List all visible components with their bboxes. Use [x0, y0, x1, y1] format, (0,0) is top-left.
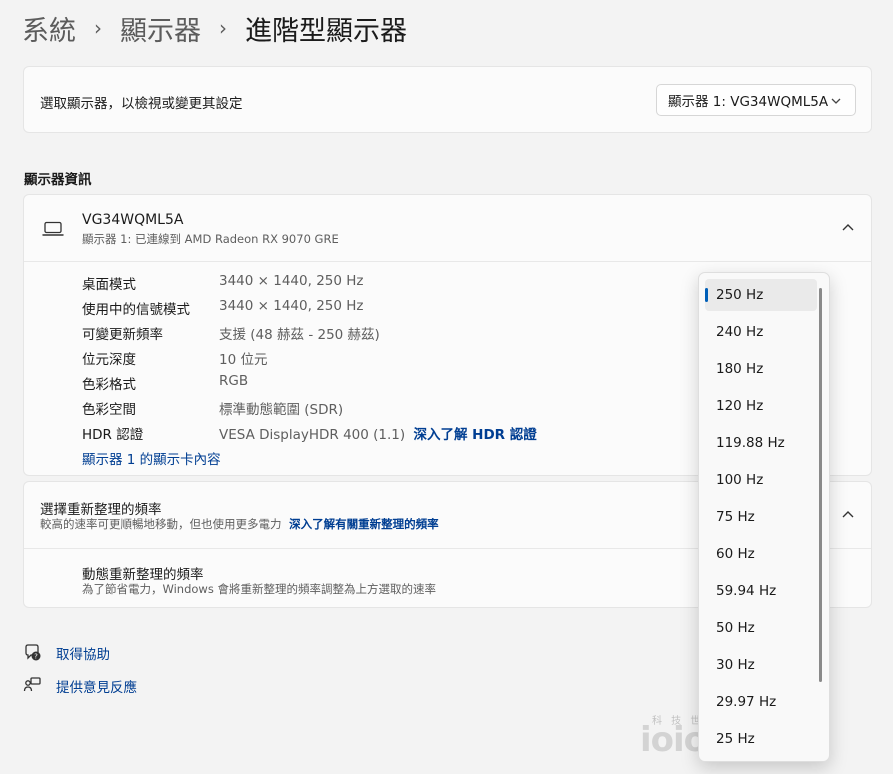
monitor-connection: 顯示器 1: 已連線到 AMD Radeon RX 9070 GRE	[82, 232, 339, 246]
refresh-rate-option[interactable]: 29.97 Hz	[705, 686, 817, 718]
refresh-rate-option[interactable]: 119.88 Hz	[705, 427, 817, 459]
chevron-up-icon[interactable]	[841, 221, 855, 235]
refresh-rate-option[interactable]: 250 Hz	[705, 279, 817, 311]
page-title: 進階型顯示器	[245, 15, 407, 47]
refresh-rate-list[interactable]: 250 Hz 240 Hz 180 Hz 120 Hz 119.88 Hz 10…	[698, 272, 830, 762]
info-value-color-format: RGB	[219, 373, 249, 389]
breadcrumb-separator-icon: ›	[94, 16, 102, 40]
feedback-icon	[23, 677, 41, 692]
svg-text:?: ?	[34, 653, 38, 661]
refresh-rate-option[interactable]: 75 Hz	[705, 501, 817, 533]
breadcrumb: 系統 › 顯示器 › 進階型顯示器	[22, 8, 407, 48]
laptop-icon	[42, 221, 64, 236]
refresh-rate-title: 選擇重新整理的頻率	[40, 502, 162, 518]
hdr-learn-more-link[interactable]: 深入了解 HDR 認證	[413, 427, 536, 443]
info-value-color-space: 標準動態範圍 (SDR)	[219, 402, 344, 418]
refresh-rate-option[interactable]: 50 Hz	[705, 612, 817, 644]
info-label-hdr: HDR 認證	[82, 427, 144, 443]
info-label-color-format: 色彩格式	[82, 377, 136, 393]
refresh-learn-more-link[interactable]: 深入了解有關重新整理的頻率	[289, 517, 439, 531]
info-label-signal-mode: 使用中的信號模式	[82, 302, 190, 318]
info-value-signal-mode: 3440 × 1440, 250 Hz	[219, 298, 364, 314]
refresh-rate-option[interactable]: 25 Hz	[705, 723, 817, 755]
monitor-name: VG34WQML5A	[82, 212, 184, 228]
refresh-rate-sub: 較高的速率可更順暢地移動，但也使用更多電力	[40, 517, 282, 531]
dynamic-refresh-description: 為了節省電力，Windows 會將重新整理的頻率調整為上方選取的速率	[82, 582, 436, 596]
refresh-rate-option[interactable]: 120 Hz	[705, 390, 817, 422]
breadcrumb-separator-icon: ›	[219, 16, 227, 40]
info-label-desktop-mode: 桌面模式	[82, 277, 136, 293]
info-value-hdr: VESA DisplayHDR 400 (1.1) 深入了解 HDR 認證	[219, 423, 537, 443]
info-value-desktop-mode: 3440 × 1440, 250 Hz	[219, 273, 364, 289]
refresh-rate-option[interactable]: 240 Hz	[705, 316, 817, 348]
refresh-rate-option[interactable]: 59.94 Hz	[705, 575, 817, 607]
breadcrumb-item-display[interactable]: 顯示器	[120, 9, 201, 48]
chevron-up-icon[interactable]	[841, 508, 855, 522]
adapter-properties-link[interactable]: 顯示器 1 的顯示卡內容	[82, 448, 221, 468]
display-select-value: 顯示器 1: VG34WQML5A	[668, 94, 829, 110]
help-icon: ?	[25, 644, 41, 661]
refresh-rate-option[interactable]: 60 Hz	[705, 538, 817, 570]
get-help-link[interactable]: 取得協助	[56, 643, 110, 663]
info-label-vrr: 可變更新頻率	[82, 327, 163, 343]
info-value-bit-depth: 10 位元	[219, 352, 268, 368]
info-label-color-space: 色彩空間	[82, 402, 136, 418]
display-select-dropdown[interactable]: 顯示器 1: VG34WQML5A	[656, 84, 856, 116]
dynamic-refresh-title: 動態重新整理的頻率	[82, 567, 204, 583]
refresh-rate-option[interactable]: 30 Hz	[705, 649, 817, 681]
list-scrollbar[interactable]	[819, 288, 822, 682]
info-value-vrr: 支援 (48 赫茲 - 250 赫茲)	[219, 327, 380, 343]
refresh-rate-option[interactable]: 180 Hz	[705, 353, 817, 385]
feedback-link[interactable]: 提供意見反應	[56, 676, 137, 696]
info-label-bit-depth: 位元深度	[82, 352, 136, 368]
select-display-label: 選取顯示器，以檢視或變更其設定	[40, 96, 243, 112]
breadcrumb-item-system[interactable]: 系統	[22, 9, 76, 48]
refresh-rate-option[interactable]: 100 Hz	[705, 464, 817, 496]
hdr-value: VESA DisplayHDR 400 (1.1)	[219, 427, 406, 443]
chevron-down-icon	[831, 98, 841, 104]
section-title-display-info: 顯示器資訊	[24, 172, 92, 188]
refresh-rate-description: 較高的速率可更順暢地移動，但也使用更多電力 深入了解有關重新整理的頻率	[40, 516, 439, 532]
divider	[24, 261, 871, 262]
